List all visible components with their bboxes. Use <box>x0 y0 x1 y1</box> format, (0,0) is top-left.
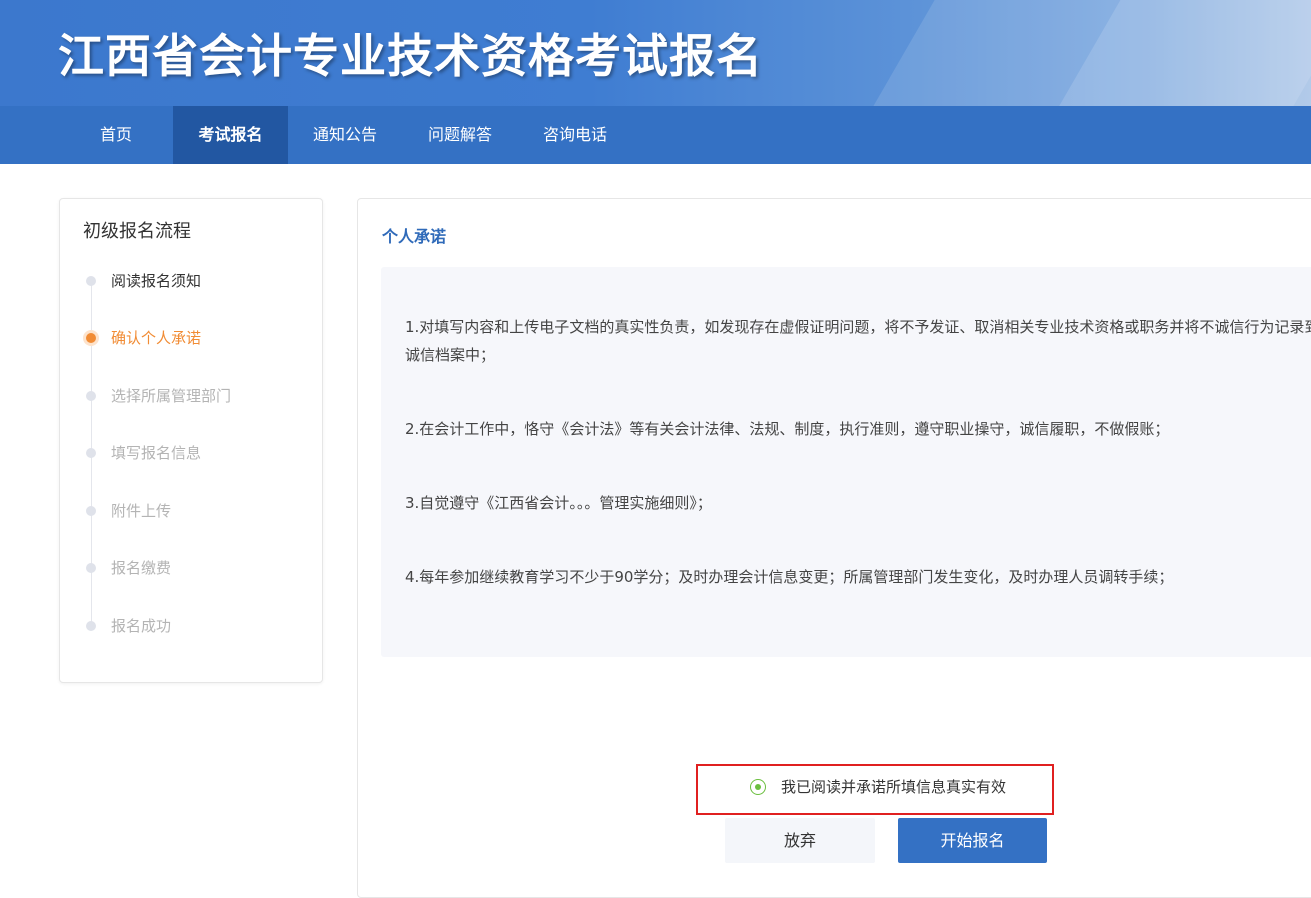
step-select-department: 选择所属管理部门 <box>60 383 322 409</box>
promise-item: 3.自觉遵守《江西省会计。。。管理实施细则》； <box>405 494 712 512</box>
agree-label: 我已阅读并承诺所填信息真实有效 <box>781 778 1007 796</box>
step-label: 选择所属管理部门 <box>111 387 232 405</box>
promise-content: 1.对填写内容和上传电子文档的真实性负责，如发现存在虚假证明问题，将不予发证、取… <box>381 267 1311 657</box>
header-banner: 江西省会计专业技术资格考试报名 <box>0 0 1311 106</box>
step-label: 确认个人承诺 <box>111 329 202 347</box>
agree-checkbox-row[interactable]: 我已阅读并承诺所填信息真实有效 <box>696 764 1054 815</box>
step-dot <box>86 391 96 401</box>
step-read-notice: 阅读报名须知 <box>60 268 322 294</box>
promise-item: 1.对填写内容和上传电子文档的真实性负责，如发现存在虚假证明问题，将不予发证、取… <box>405 318 1311 364</box>
step-dot <box>86 276 96 286</box>
nav-item-faq[interactable]: 问题解答 <box>415 106 505 164</box>
main-nav: 首页 考试报名 通知公告 问题解答 咨询电话 <box>0 106 1311 164</box>
step-label: 报名缴费 <box>111 559 172 577</box>
step-success: 报名成功 <box>60 613 322 639</box>
step-label: 报名成功 <box>111 617 172 635</box>
nav-item-home[interactable]: 首页 <box>73 106 159 164</box>
sidebar-title: 初级报名流程 <box>83 221 191 242</box>
start-registration-button[interactable]: 开始报名 <box>898 818 1047 863</box>
step-payment: 报名缴费 <box>60 555 322 581</box>
process-sidebar: 初级报名流程 阅读报名须知 确认个人承诺 选择所属管理部门 填写报名信息 附件上… <box>59 198 323 683</box>
step-confirm-promise: 确认个人承诺 <box>60 325 322 351</box>
step-dot <box>86 621 96 631</box>
promise-item: 4.每年参加继续教育学习不少于90学分；及时办理会计信息变更；所属管理部门发生变… <box>405 568 1174 586</box>
step-dot <box>86 333 96 343</box>
step-dot <box>86 506 96 516</box>
nav-item-exam-registration[interactable]: 考试报名 <box>173 106 288 164</box>
step-dot <box>86 563 96 573</box>
step-label: 填写报名信息 <box>111 444 202 462</box>
step-label: 阅读报名须知 <box>111 272 202 290</box>
nav-item-notices[interactable]: 通知公告 <box>300 106 390 164</box>
step-fill-info: 填写报名信息 <box>60 440 322 466</box>
section-title: 个人承诺 <box>382 227 447 246</box>
give-up-button[interactable]: 放弃 <box>725 818 875 863</box>
nav-item-hotline[interactable]: 咨询电话 <box>530 106 620 164</box>
site-title: 江西省会计专业技术资格考试报名 <box>58 29 763 83</box>
promise-item: 2.在会计工作中，恪守《会计法》等有关会计法律、法规、制度，执行准则，遵守职业操… <box>405 420 1170 438</box>
step-dot <box>86 448 96 458</box>
step-upload-attachments: 附件上传 <box>60 498 322 524</box>
agree-radio[interactable] <box>750 779 766 795</box>
step-label: 附件上传 <box>111 502 172 520</box>
